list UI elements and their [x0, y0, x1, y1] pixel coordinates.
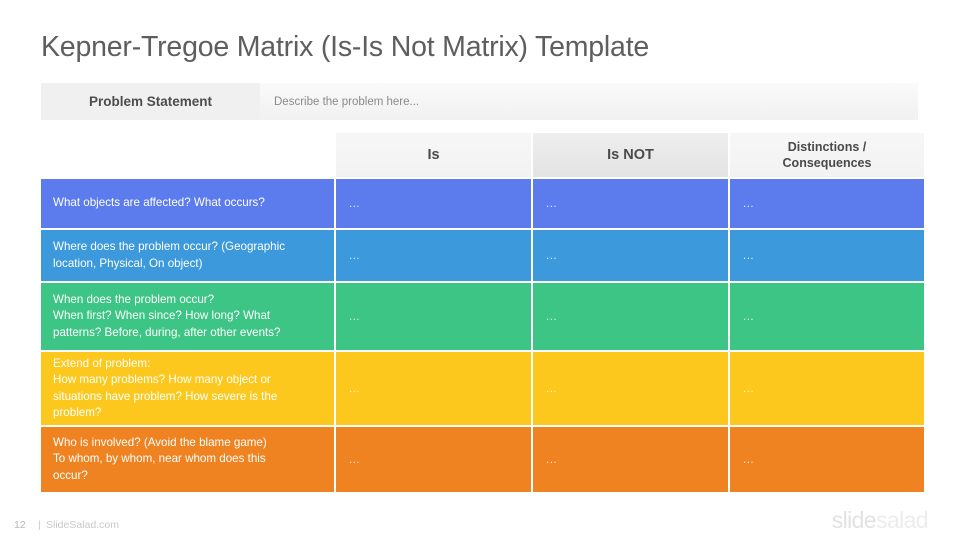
problem-statement-input[interactable]: Describe the problem here... [260, 83, 918, 120]
header-distinctions-line1: Distinctions / [787, 139, 867, 154]
table-row: When does the problem occur? When first?… [41, 283, 924, 350]
row-question-label: When does the problem occur? When first?… [41, 283, 334, 350]
row-label-line: To whom, by whom, near whom does this [53, 452, 266, 466]
cell-is-not[interactable]: ... [533, 352, 728, 425]
cell-distinctions[interactable]: ... [730, 179, 924, 228]
cell-distinctions[interactable]: ... [730, 352, 924, 425]
row-label-line: Where does the problem occur? (Geographi… [53, 240, 285, 254]
cell-is-not[interactable]: ... [533, 283, 728, 350]
row-question-label: What objects are affected? What occurs? [41, 179, 334, 228]
header-distinctions-line2: Consequences [782, 156, 872, 170]
cell-is[interactable]: ... [336, 427, 531, 492]
row-label-line: patterns? Before, during, after other ev… [53, 325, 281, 339]
table-row: Who is involved? (Avoid the blame game) … [41, 427, 924, 492]
slidesalad-logo: slidesalad [831, 507, 929, 533]
table-row: What objects are affected? What occurs? … [41, 179, 924, 228]
table-row: Where does the problem occur? (Geographi… [41, 230, 924, 281]
slide-canvas: { "slide": { "title": "Kepner-Tregoe Mat… [0, 0, 960, 540]
cell-is-not[interactable]: ... [533, 427, 728, 492]
header-cell-distinctions-consequences: Distinctions / Consequences [730, 133, 924, 177]
row-label-line: situations have problem? How severe is t… [53, 389, 278, 403]
row-question-label: Where does the problem occur? (Geographi… [41, 230, 334, 281]
matrix-header-row: Is Is NOT Distinctions / Consequences [41, 133, 924, 177]
problem-statement-label: Problem Statement [41, 83, 260, 120]
row-label-line: Extend of problem: [53, 356, 151, 370]
row-label-line: When does the problem occur? [53, 292, 215, 306]
row-question-label: Who is involved? (Avoid the blame game) … [41, 427, 334, 492]
footer-site-name: SlideSalad.com [46, 519, 119, 531]
page-title: Kepner-Tregoe Matrix (Is-Is Not Matrix) … [41, 31, 650, 63]
cell-is[interactable]: ... [336, 179, 531, 228]
cell-is[interactable]: ... [336, 283, 531, 350]
cell-is-not[interactable]: ... [533, 230, 728, 281]
header-cell-blank [41, 133, 334, 177]
header-cell-is-not: Is NOT [533, 133, 728, 177]
header-cell-is: Is [336, 133, 531, 177]
cell-is[interactable]: ... [336, 230, 531, 281]
cell-is-not[interactable]: ... [533, 179, 728, 228]
footer-separator: | [38, 519, 41, 531]
row-question-label: Extend of problem: How many problems? Ho… [41, 352, 334, 425]
cell-distinctions[interactable]: ... [730, 283, 924, 350]
table-row: Extend of problem: How many problems? Ho… [41, 352, 924, 425]
logo-text-salad: salad [876, 507, 929, 533]
row-label-line: What objects are affected? What occurs? [53, 196, 265, 210]
row-label-line: problem? [53, 405, 102, 419]
row-label-line: occur? [53, 468, 88, 482]
logo-text-slide: slide [831, 507, 877, 533]
row-label-line: location, Physical, On object) [53, 256, 203, 270]
cell-distinctions[interactable]: ... [730, 427, 924, 492]
kepner-tregoe-matrix: Is Is NOT Distinctions / Consequences Wh… [41, 133, 924, 492]
row-label-line: When first? When since? How long? What [53, 309, 271, 323]
cell-distinctions[interactable]: ... [730, 230, 924, 281]
row-label-line: How many problems? How many object or [53, 373, 271, 387]
problem-statement-bar: Problem Statement Describe the problem h… [41, 83, 918, 120]
cell-is[interactable]: ... [336, 352, 531, 425]
slide-page-number: 12 [14, 519, 26, 531]
row-label-line: Who is involved? (Avoid the blame game) [53, 435, 267, 449]
